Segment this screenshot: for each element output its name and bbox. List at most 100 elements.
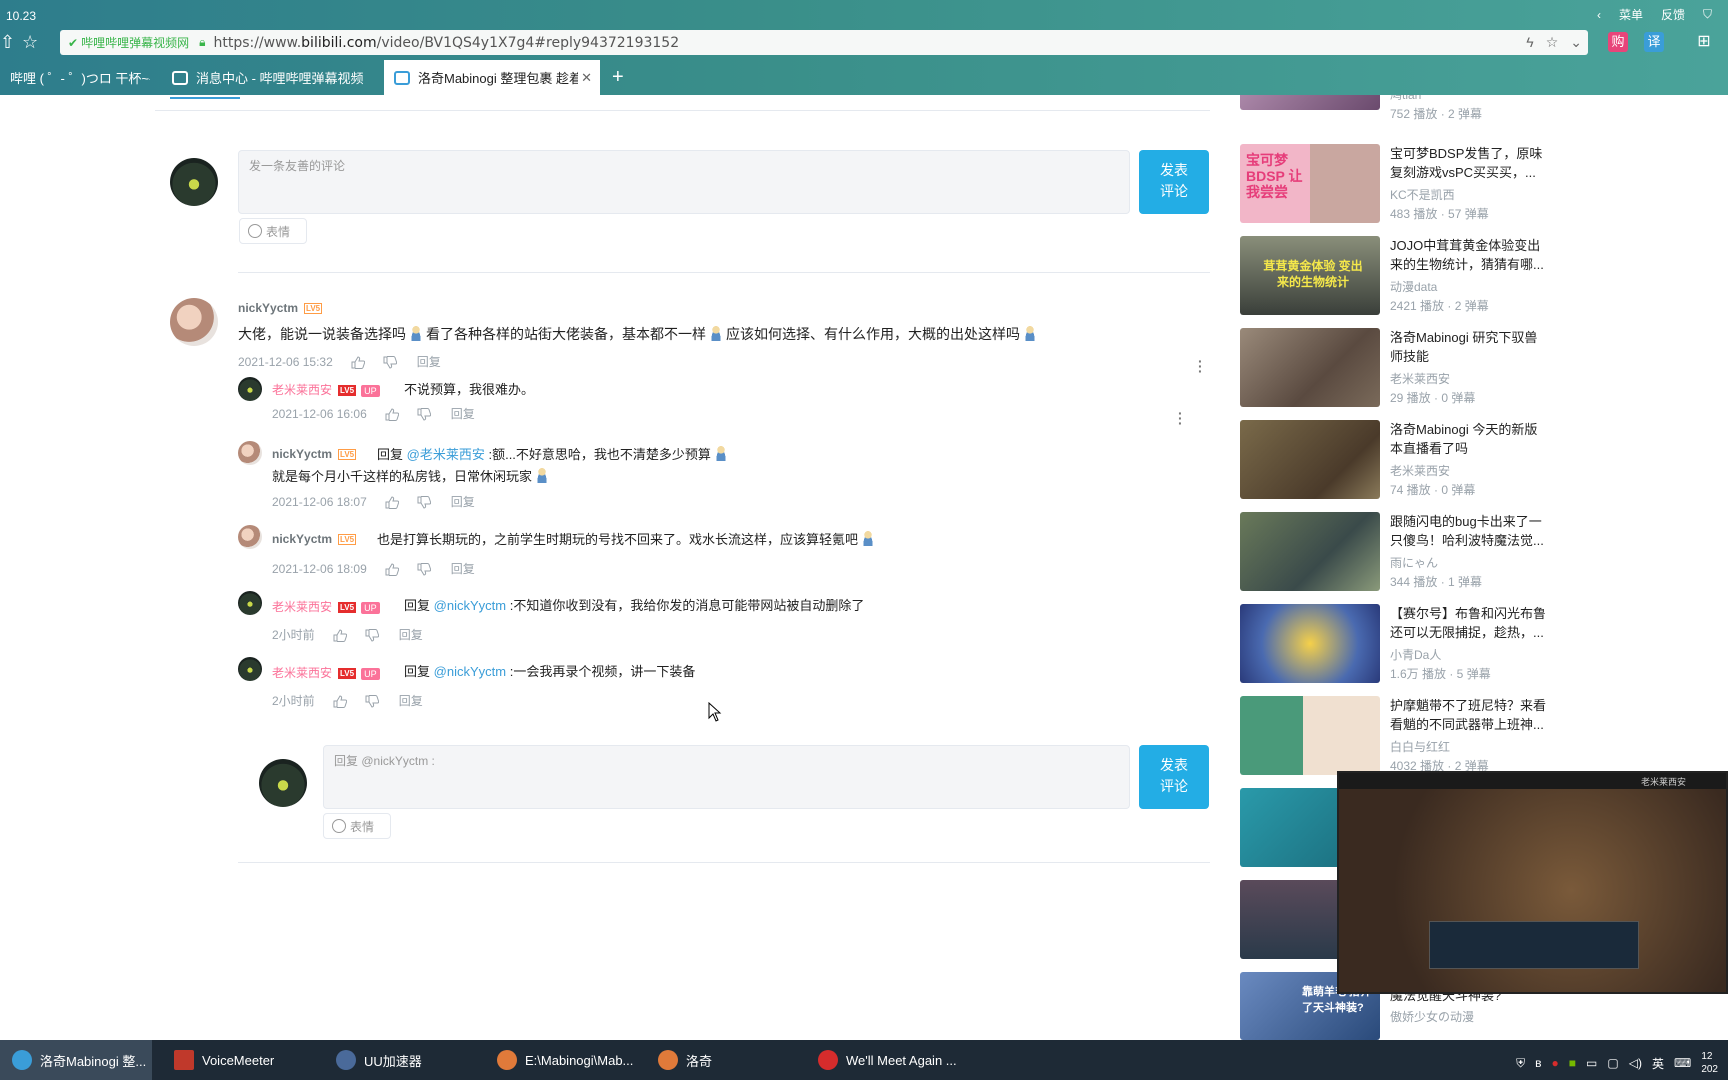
thumbs-down-icon[interactable] <box>365 694 379 708</box>
video-thumbnail[interactable]: 茸茸黄金体验 变出来的生物统计 <box>1240 236 1380 315</box>
thumbs-up-icon[interactable] <box>385 407 399 421</box>
url-input[interactable]: ✔ 哔哩哔哩弹幕视频网 🔒︎ https://www.bilibili.com/… <box>60 30 1588 55</box>
bookmark-star-icon[interactable]: ☆ <box>1546 34 1559 51</box>
thumbs-up-icon[interactable] <box>333 694 347 708</box>
video-title[interactable]: 宝可梦BDSP发售了，原味 <box>1390 144 1560 163</box>
reply-username[interactable]: 老米莱西安 LV5 UP <box>272 598 380 615</box>
reply-username[interactable]: nickYyctm LV5 <box>272 447 357 461</box>
recommendation-item[interactable]: 洛奇Mabinogi 今天的新版 本直播看了吗 老米莱西安 74 播放 · 0 … <box>1240 420 1560 502</box>
nvidia-icon[interactable]: ■ <box>1569 1056 1576 1070</box>
video-thumbnail[interactable]: 宝可梦 BDSP 让我尝尝 <box>1240 144 1380 223</box>
video-title-line2[interactable]: 只傻鸟！哈利波特魔法觉... <box>1390 531 1560 550</box>
video-author[interactable]: 傲娇少女の动漫 <box>1390 1008 1474 1025</box>
video-author[interactable]: 鸠tian <box>1390 95 1421 103</box>
reply-button[interactable]: 回复 <box>451 405 475 422</box>
video-title[interactable]: 洛奇Mabinogi 研究下驭兽 <box>1390 328 1560 347</box>
avatar[interactable] <box>238 657 262 681</box>
translate-icon[interactable]: 译 <box>1644 32 1664 52</box>
taskbar-item-explorer[interactable]: E:\Mabinogi\Mab... <box>497 1040 647 1080</box>
chevron-down-icon[interactable]: ⌄ <box>1570 34 1582 51</box>
video-title-line2[interactable]: 来的生物统计，猜猜有哪... <box>1390 255 1560 274</box>
comment-username[interactable]: nickYyctm LV5 <box>238 301 323 315</box>
mention-link[interactable]: @老米莱西安 <box>407 447 485 462</box>
video-title[interactable]: 洛奇Mabinogi 今天的新版 <box>1390 420 1560 439</box>
avatar[interactable] <box>238 441 262 465</box>
shirt-icon[interactable]: ⛉ <box>1703 7 1712 22</box>
reply-username[interactable]: 老米莱西安 LV5 UP <box>272 381 380 398</box>
forward-icon[interactable]: ⇧ <box>0 32 15 53</box>
video-author[interactable]: 老米莱西安 <box>1390 370 1450 387</box>
thumbs-down-icon[interactable] <box>417 407 431 421</box>
video-author[interactable]: 小青Da人 <box>1390 646 1441 663</box>
avatar[interactable] <box>238 525 262 549</box>
tab-message-center[interactable]: 消息中心 - 哔哩哔哩弹幕视频 <box>162 60 382 95</box>
mention-link[interactable]: @nickYyctm <box>434 598 506 613</box>
thumbs-up-icon[interactable] <box>385 562 399 576</box>
bluetooth-icon[interactable]: ʙ <box>1535 1056 1541 1070</box>
post-comment-button[interactable]: 发表 评论 <box>1139 150 1209 214</box>
shield-icon[interactable]: ⛨ <box>1516 1056 1525 1071</box>
reply-username[interactable]: nickYyctm LV5 <box>272 532 357 546</box>
shopping-icon[interactable]: 购 <box>1608 32 1628 52</box>
chevron-left-icon[interactable]: ‹ <box>1597 8 1601 22</box>
video-title[interactable]: 跟随闪电的bug卡出来了一 <box>1390 512 1560 531</box>
volume-icon[interactable]: ◁) <box>1629 1056 1642 1070</box>
thumbs-down-icon[interactable] <box>417 495 431 509</box>
video-title-line2[interactable]: 复刻游戏vsPC买买买，... <box>1390 163 1560 182</box>
taskbar-item-browser[interactable]: 洛奇Mabinogi 整... <box>0 1040 152 1080</box>
video-title-line2[interactable]: 还可以无限捕捉，趁热，... <box>1390 623 1560 642</box>
thumbs-down-icon[interactable] <box>365 628 379 642</box>
avatar[interactable] <box>170 158 218 206</box>
reply-username[interactable]: 老米莱西安 LV5 UP <box>272 664 380 681</box>
recommendation-item[interactable]: 宝可梦 BDSP 让我尝尝 宝可梦BDSP发售了，原味 复刻游戏vsPC买买买，… <box>1240 144 1560 226</box>
avatar[interactable] <box>238 591 262 615</box>
grid-icon[interactable]: ⊞ <box>1694 32 1714 52</box>
star-icon[interactable]: ☆ <box>22 32 38 53</box>
recommendation-item[interactable]: 【赛尔号】布鲁和闪光布鲁 还可以无限捕捉，趁热，... 小青Da人 1.6万 播… <box>1240 604 1560 686</box>
reply-button[interactable]: 回复 <box>399 692 423 709</box>
reply-button[interactable]: 回复 <box>399 626 423 643</box>
comment-input[interactable]: 发一条友善的评论 <box>238 150 1130 214</box>
video-thumbnail[interactable] <box>1240 420 1380 499</box>
taskbar-item-voicemeeter[interactable]: VoiceMeeter <box>174 1040 314 1080</box>
lightning-icon[interactable]: ϟ <box>1526 34 1533 51</box>
video-author[interactable]: KC不是凯西 <box>1390 186 1455 203</box>
avatar[interactable] <box>238 377 262 401</box>
emoji-button[interactable]: 表情 <box>239 218 307 244</box>
taskbar-item-uu[interactable]: UU加速器 <box>336 1040 476 1080</box>
close-icon[interactable]: ✕ <box>581 70 592 86</box>
video-title[interactable]: 【赛尔号】布鲁和闪光布鲁 <box>1390 604 1560 623</box>
video-thumbnail[interactable] <box>1240 512 1380 591</box>
video-title[interactable]: JOJO中茸茸黄金体验变出 <box>1390 236 1560 255</box>
video-author[interactable]: 老米莱西安 <box>1390 462 1450 479</box>
video-author[interactable]: 雨にゃん <box>1390 554 1438 571</box>
reply-button[interactable]: 回复 <box>451 560 475 577</box>
video-title-line2[interactable]: 师技能 <box>1390 347 1560 366</box>
video-author[interactable]: 白白与红红 <box>1390 738 1450 755</box>
thumbs-down-icon[interactable] <box>417 562 431 576</box>
video-title-line2[interactable]: 本直播看了吗 <box>1390 439 1560 458</box>
game-preview-window[interactable]: 老米莱西安 <box>1337 771 1728 994</box>
feedback-button[interactable]: 反馈 <box>1661 6 1685 23</box>
avatar[interactable] <box>259 759 307 807</box>
video-title[interactable]: 护摩魈带不了班尼特？来看 <box>1390 696 1560 715</box>
netease-tray-icon[interactable]: ● <box>1552 1056 1559 1070</box>
video-thumbnail[interactable] <box>1240 604 1380 683</box>
more-options-icon[interactable]: · · · <box>1198 354 1203 378</box>
clock[interactable]: 12 202 <box>1701 1050 1718 1076</box>
thumbs-up-icon[interactable] <box>351 355 365 369</box>
video-thumbnail[interactable] <box>1240 696 1380 775</box>
new-tab-button[interactable]: + <box>612 66 624 89</box>
battery-icon[interactable]: ▭ <box>1586 1056 1597 1070</box>
taskbar-item-mabinogi[interactable]: 洛奇 <box>658 1040 798 1080</box>
more-options-icon[interactable]: · · · <box>1178 406 1183 430</box>
thumbs-up-icon[interactable] <box>385 495 399 509</box>
mention-link[interactable]: @nickYyctm <box>434 664 506 679</box>
thumbs-down-icon[interactable] <box>383 355 397 369</box>
reply-button[interactable]: 回复 <box>417 353 441 370</box>
recommendation-item[interactable]: 跟随闪电的bug卡出来了一 只傻鸟！哈利波特魔法觉... 雨にゃん 344 播放… <box>1240 512 1560 594</box>
avatar[interactable] <box>170 298 218 346</box>
taskbar-item-music[interactable]: We'll Meet Again ... <box>818 1040 968 1080</box>
keyboard-icon[interactable]: ⌨ <box>1674 1056 1691 1070</box>
tab-video-active[interactable]: 洛奇Mabinogi 整理包裹 趁着 ✕ <box>384 60 600 95</box>
